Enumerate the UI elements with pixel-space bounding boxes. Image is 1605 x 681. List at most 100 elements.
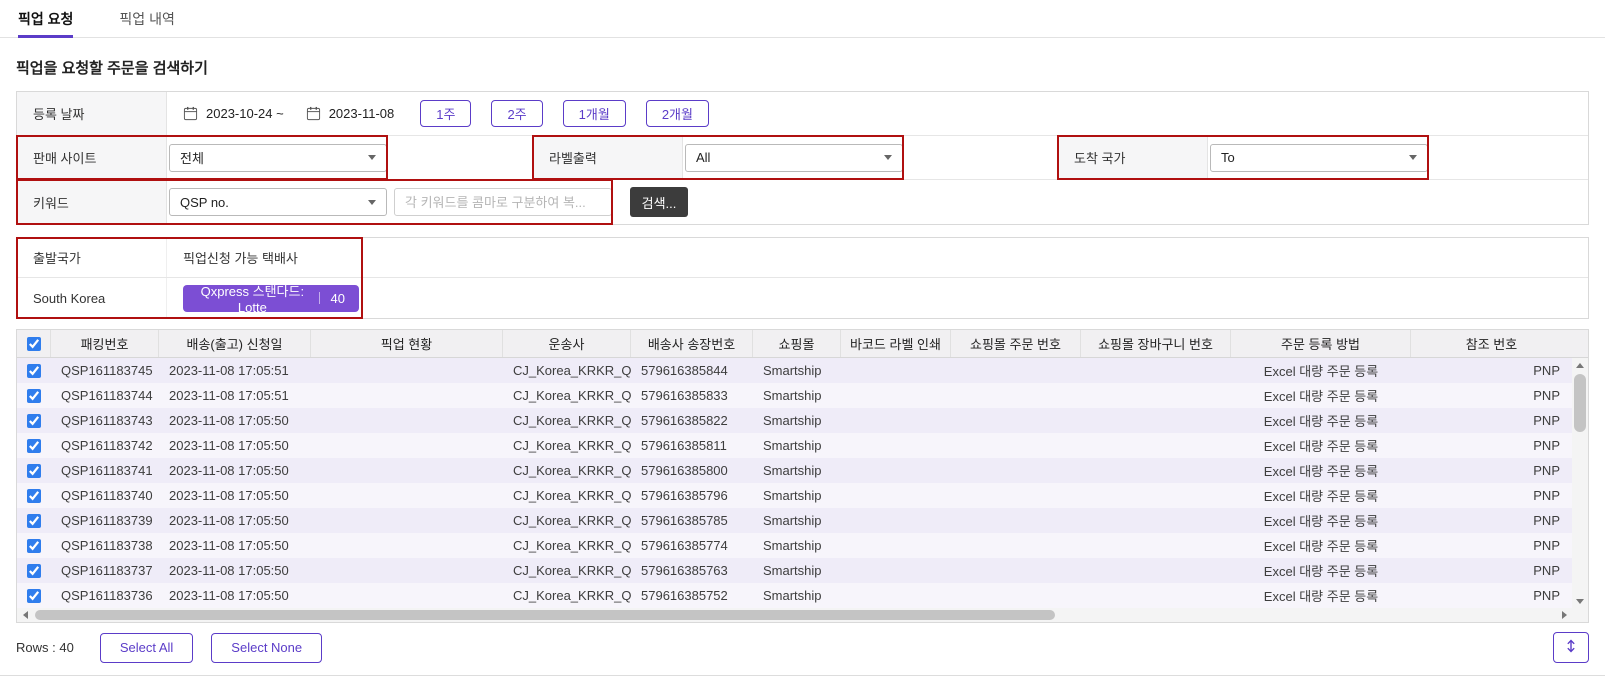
period-2weeks-button[interactable]: 2주 [491,100,543,127]
cell-carrier: CJ_Korea_KRKR_Q... [513,413,631,428]
cell-date: 2023-11-08 17:05:50 [169,413,289,428]
column-header-10: 참조 번호 [1465,337,1518,352]
cell-carrier: CJ_Korea_KRKR_Q... [513,438,631,453]
origin-country-value: South Korea [17,278,167,318]
page-title: 픽업을 요청할 주문을 검색하기 [16,60,208,77]
cell-ref: PNP [1533,588,1560,603]
period-1month-button[interactable]: 1개월 [562,100,626,127]
horizontal-scroll-thumb[interactable] [35,610,1056,620]
column-header-1: 배송(출고) 신청일 [159,330,311,357]
row-checkbox[interactable] [27,413,41,428]
cell-ref: PNP [1533,388,1560,403]
column-header-7: 쇼핑몰 주문 번호 [951,330,1081,357]
cell-carrier: CJ_Korea_KRKR_Q... [513,363,631,378]
cell-ref: PNP [1533,513,1560,528]
courier-badge-button[interactable]: Qxpress 스탠다드: Lotte 40 [183,284,359,315]
cell-mall: Smartship [763,488,822,503]
filter-row-keyword: 키워드 QSP no. 검색... [16,179,1588,225]
scroll-left-arrow[interactable] [17,608,33,622]
table-row: QSP161183744 2023-11-08 17:05:51 CJ_Korea_… [17,383,1588,408]
select-all-button[interactable]: Select All [99,632,194,663]
cell-reg_method: Excel 대량 주문 등록 [1263,464,1379,479]
filter-label-arrival-country: 도착 국가 [1058,136,1208,179]
cell-tracking: 579616385785 [641,513,728,528]
row-checkbox[interactable] [27,588,41,603]
sale-site-select[interactable]: 전체 [169,143,387,172]
column-header-6: 바코드 라벨 인쇄 [841,330,951,357]
vertical-scrollbar[interactable] [1572,358,1588,608]
horizontal-scroll-track[interactable] [33,608,1556,622]
scroll-down-arrow[interactable] [1572,594,1588,608]
cell-carrier: CJ_Korea_KRKR_Q... [513,388,631,403]
courier-cell: Qxpress 스탠다드: Lotte 40 [167,278,359,318]
date-from-field[interactable]: 2023-10-24 ~ [206,106,284,121]
select-none-button[interactable]: Select None [211,632,323,663]
row-checkbox-cell [17,488,51,503]
up-down-arrow-icon [1563,638,1579,657]
horizontal-scrollbar[interactable] [17,608,1572,622]
cell-tracking: 579616385844 [641,363,728,378]
cell-mall: Smartship [763,563,822,578]
cell-mall: Smartship [763,363,822,378]
search-button[interactable]: 검색... [630,187,688,217]
cell-packing: QSP161183737 [61,563,153,578]
pickup-request-page: 픽업 요청 픽업 내역 픽업을 요청할 주문을 검색하기 등록 날짜 2023-… [0,0,1605,676]
calendar-icon[interactable] [306,106,321,121]
table-row: QSP161183741 2023-11-08 17:05:50 CJ_Korea_… [17,458,1588,483]
arrival-country-select-value: To [1221,150,1235,165]
keyword-type-select[interactable]: QSP no. [169,188,387,216]
cell-carrier: CJ_Korea_KRKR_Q... [513,488,631,503]
row-checkbox[interactable] [27,513,41,528]
scroll-right-arrow[interactable] [1556,608,1572,622]
vertical-scroll-track[interactable] [1572,372,1588,594]
cell-ref: PNP [1533,538,1560,553]
cell-reg_method: Excel 대량 주문 등록 [1263,364,1379,379]
period-2months-button[interactable]: 2개월 [645,100,709,127]
tab-pickup-history[interactable]: 픽업 내역 [119,0,174,37]
calendar-icon[interactable] [183,106,198,121]
cell-date: 2023-11-08 17:05:50 [169,488,289,503]
pickup-panel-header-row: 출발국가 픽업신청 가능 택배사 [17,238,1588,278]
row-checkbox[interactable] [27,538,41,553]
period-1week-button[interactable]: 1주 [420,100,472,127]
keyword-input[interactable] [394,188,612,216]
cell-ref: PNP [1533,413,1560,428]
date-to-field[interactable]: 2023-11-08 [329,106,395,121]
table-row: QSP161183737 2023-11-08 17:05:50 CJ_Korea_… [17,558,1588,583]
cell-tracking: 579616385752 [641,588,728,603]
row-checkbox[interactable] [27,363,41,378]
badge-divider [318,292,320,304]
cell-date: 2023-11-08 17:05:51 [169,388,289,403]
rows-count-label: Rows : 40 [16,640,74,655]
vertical-scroll-thumb[interactable] [1574,374,1586,432]
arrival-country-select[interactable]: To [1210,143,1428,172]
row-checkbox[interactable] [27,438,41,453]
row-checkbox[interactable] [27,488,41,503]
cell-tracking: 579616385774 [641,538,728,553]
cell-tracking: 579616385822 [641,413,728,428]
chevron-down-icon [368,155,376,160]
row-checkbox-cell [17,463,51,478]
cell-reg_method: Excel 대량 주문 등록 [1263,539,1379,554]
scroll-up-arrow[interactable] [1572,358,1588,372]
table-header-row: 패킹번호 배송(출고) 신청일 픽업 현황 운송사 배송사 송장번호 쇼핑몰 바코드 라벨 … [17,330,1588,358]
cell-packing: QSP161183741 [61,463,153,478]
select-all-checkbox[interactable] [26,336,41,351]
tab-pickup-request[interactable]: 픽업 요청 [18,0,74,38]
scroll-top-bottom-button[interactable] [1553,632,1589,663]
cell-packing: QSP161183739 [61,513,153,528]
row-checkbox[interactable] [27,463,41,478]
cell-carrier: CJ_Korea_KRKR_Q... [513,563,631,578]
cell-tracking: 579616385833 [641,388,728,403]
table-row: QSP161183742 2023-11-08 17:05:50 CJ_Korea_… [17,433,1588,458]
label-print-select[interactable]: All [685,143,903,172]
courier-badge-name: Qxpress 스탠다드: Lotte [200,284,305,315]
cell-mall: Smartship [763,413,822,428]
row-checkbox[interactable] [27,563,41,578]
row-checkbox-cell [17,413,51,428]
cell-ref: PNP [1533,488,1560,503]
arrival-country-filter-group: 도착 국가 To [1057,135,1429,180]
cell-mall: Smartship [763,388,822,403]
row-checkbox[interactable] [27,388,41,403]
scrollbar-corner [1572,608,1588,622]
